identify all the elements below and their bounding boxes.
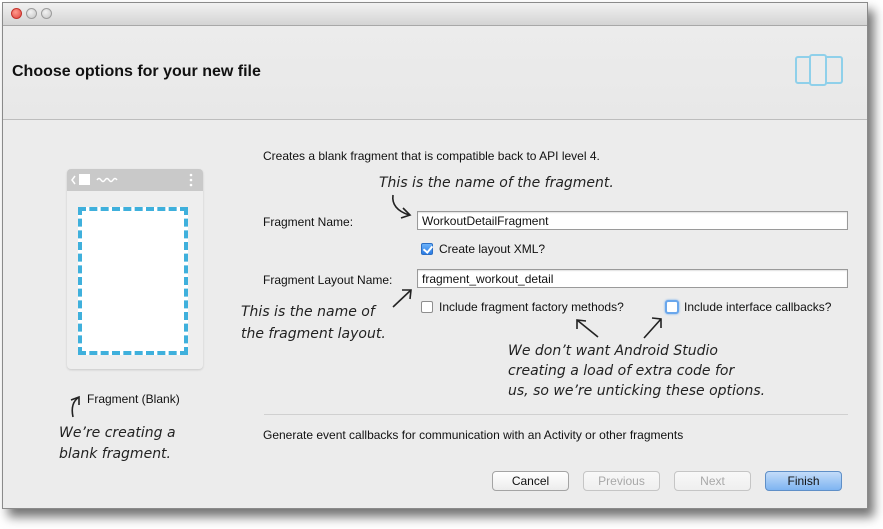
template-description: Creates a blank fragment that is compati… — [263, 149, 600, 163]
factory-methods-checkbox[interactable] — [421, 301, 433, 313]
zoom-window-button[interactable] — [41, 8, 52, 19]
fragment-name-arrow-icon — [392, 194, 412, 219]
template-caption: Fragment (Blank) — [87, 392, 180, 406]
fragment-placeholder — [78, 207, 188, 355]
previous-button[interactable]: Previous — [583, 471, 660, 491]
finish-button[interactable]: Finish — [765, 471, 842, 491]
cancel-button[interactable]: Cancel — [492, 471, 569, 491]
interface-callbacks-checkbox[interactable] — [665, 300, 679, 314]
section-divider — [264, 414, 848, 415]
title-bar — [3, 3, 867, 26]
options-annotation-line3: us, so we’re unticking these options. — [508, 383, 766, 399]
dialog-header: Choose options for your new file — [3, 26, 867, 120]
interface-callbacks-arrow-icon — [643, 317, 662, 339]
fragment-name-input[interactable]: WorkoutDetailFragment — [417, 211, 848, 230]
blank-fragment-annotation-line2: blank fragment. — [59, 446, 171, 462]
layout-name-label: Fragment Layout Name: — [263, 273, 393, 287]
options-annotation-line1: We don’t want Android Studio — [508, 343, 718, 359]
blank-fragment-annotation-line1: We’re creating a — [59, 425, 176, 441]
layout-name-annotation-line2: the fragment layout. — [241, 326, 386, 342]
minimize-window-button[interactable] — [26, 8, 37, 19]
factory-methods-arrow-icon — [576, 319, 599, 338]
preview-action-bar — [67, 169, 203, 191]
layout-name-arrow-icon — [392, 289, 412, 308]
fragment-name-annotation: This is the name of the fragment. — [379, 175, 614, 191]
close-window-button[interactable] — [11, 8, 22, 19]
device-preview-icon — [795, 54, 843, 86]
event-callbacks-text: Generate event callbacks for communicati… — [263, 428, 684, 442]
options-annotation-line2: creating a load of extra code for — [508, 363, 735, 379]
fragment-preview — [67, 169, 203, 369]
interface-callbacks-label: Include interface callbacks? — [684, 300, 832, 314]
fragment-name-label: Fragment Name: — [263, 215, 354, 229]
blank-fragment-arrow-icon — [70, 395, 80, 418]
create-layout-label: Create layout XML? — [439, 242, 546, 256]
page-title: Choose options for your new file — [12, 63, 261, 80]
layout-name-annotation-line1: This is the name of — [241, 304, 375, 320]
next-button[interactable]: Next — [674, 471, 751, 491]
create-layout-checkbox[interactable] — [421, 243, 433, 255]
new-file-dialog: Choose options for your new file Fragmen… — [2, 2, 868, 509]
layout-name-input[interactable]: fragment_workout_detail — [417, 269, 848, 288]
factory-methods-label: Include fragment factory methods? — [439, 300, 624, 314]
preview-action-bar-icons — [71, 173, 193, 187]
